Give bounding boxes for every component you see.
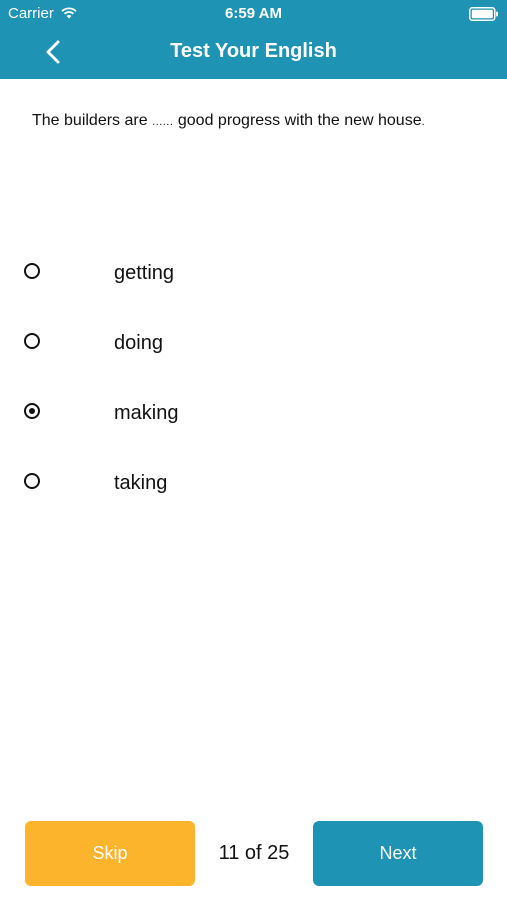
option-label: doing <box>114 332 163 354</box>
radio-button[interactable] <box>24 333 40 349</box>
question-text-before: The builders are <box>32 112 148 129</box>
option-label: taking <box>114 472 168 494</box>
option-label: getting <box>114 262 175 284</box>
skip-button[interactable]: Skip <box>25 821 195 886</box>
page-title: Test Your English <box>170 40 337 62</box>
option-making[interactable]: making <box>0 378 507 448</box>
option-doing[interactable]: doing <box>0 308 507 378</box>
battery-full-icon <box>469 7 499 26</box>
status-time: 6:59 AM <box>225 5 282 22</box>
option-label: making <box>114 402 179 424</box>
radio-button[interactable] <box>24 473 40 489</box>
question-blank: ...... <box>152 116 174 128</box>
option-getting[interactable]: getting <box>0 238 507 308</box>
next-button[interactable]: Next <box>313 821 483 886</box>
navigation-bar: Test Your English <box>0 28 507 79</box>
status-bar: Carrier 6:59 AM <box>0 0 507 28</box>
question-text-after: good progress with the new house <box>177 112 422 129</box>
footer: Skip 11 of 25 Next <box>0 821 507 886</box>
radio-button[interactable] <box>24 403 40 419</box>
question-progress: 11 of 25 <box>218 842 290 864</box>
radio-button[interactable] <box>24 263 40 279</box>
question-period: . <box>421 116 425 128</box>
app-header: Carrier 6:59 AM Test Your English <box>0 0 507 79</box>
question-text: The builders are ...... good progress wi… <box>32 112 482 130</box>
option-taking[interactable]: taking <box>0 448 507 518</box>
